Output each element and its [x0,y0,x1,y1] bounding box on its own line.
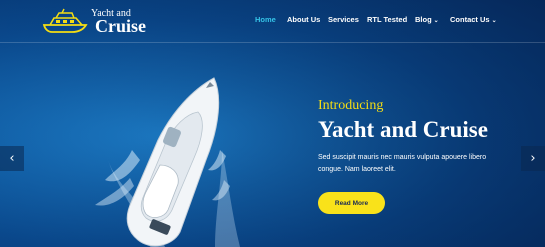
slider-prev-button[interactable]: ‹ [0,146,24,171]
nav-services[interactable]: Services [328,15,359,24]
read-more-button[interactable]: Read More [318,192,385,214]
hero-slider: Yacht and Cruise Home About Us Services … [0,0,545,247]
hero-title: Yacht and Cruise [318,117,488,142]
nav-contact-label: Contact Us [450,15,490,24]
hero-intro: Introducing [318,98,384,113]
hero-description: Sed suscipit mauris nec mauris vulputa a… [318,154,487,173]
brand-name-line2: Cruise [95,16,146,36]
yacht-shape [126,77,220,247]
chevron-left-icon: ‹ [9,151,15,166]
brand-logo[interactable]: Yacht and Cruise [42,7,152,37]
nav-blog-label: Blog [415,15,432,24]
nav-home[interactable]: Home [255,15,276,24]
site-header: Yacht and Cruise Home About Us Services … [0,0,545,43]
nav-contact-us[interactable]: Contact Us ⌄ [450,15,497,24]
chevron-down-icon: ⌄ [491,18,497,24]
nav-about-us[interactable]: About Us [287,15,320,24]
chevron-down-icon: ⌄ [433,18,439,24]
hero-caption: Introducing Yacht and Cruise Sed suscipi… [318,98,538,175]
nav-rtl-tested[interactable]: RTL Tested [367,15,407,24]
nav-blog[interactable]: Blog ⌄ [415,15,439,24]
yacht-logo-icon [42,8,88,33]
